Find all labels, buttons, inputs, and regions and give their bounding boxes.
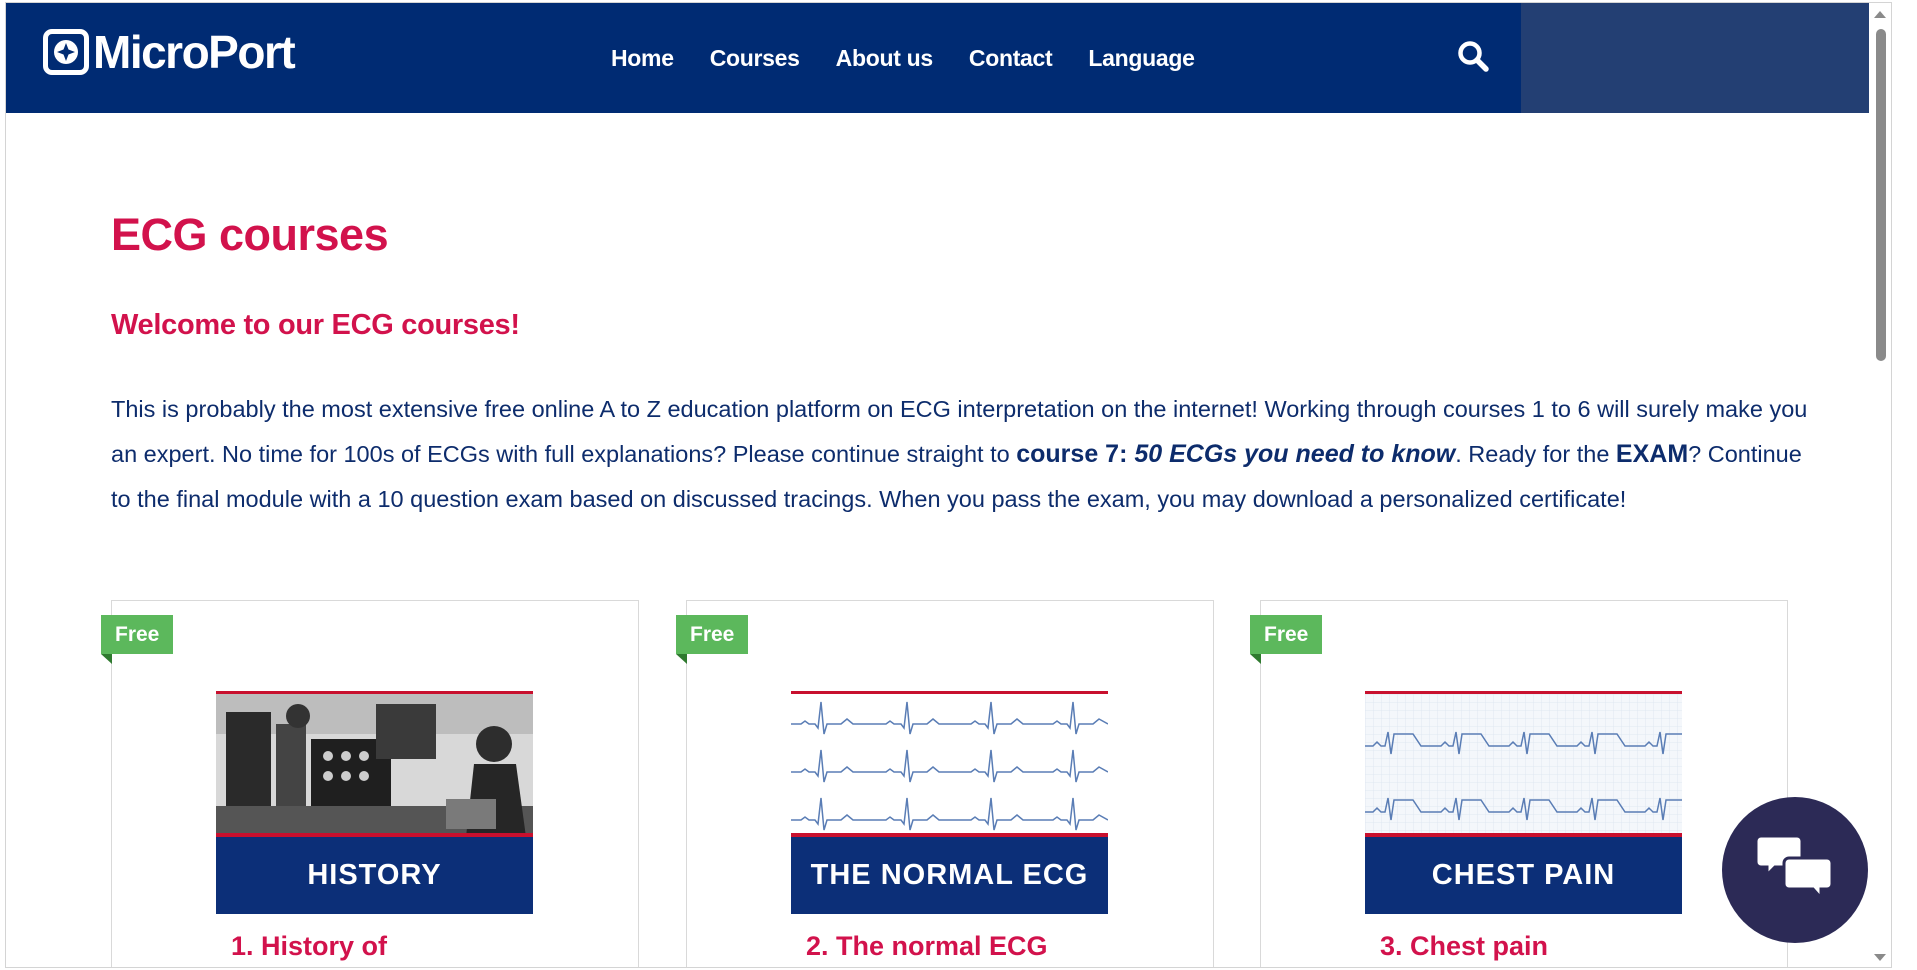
course-title[interactable]: 1. History of <box>231 931 387 962</box>
badge-fold <box>676 654 687 664</box>
nav-home[interactable]: Home <box>611 45 674 72</box>
scroll-up-arrow-icon[interactable] <box>1874 11 1886 18</box>
intro-paragraph: This is probably the most extensive free… <box>111 387 1811 522</box>
microport-logo-icon <box>43 29 89 75</box>
page-scrollbar[interactable] <box>1869 3 1891 967</box>
main-nav: Home Courses About us Contact Language <box>611 45 1231 72</box>
badge-fold <box>101 654 112 664</box>
thumb-label: THE NORMAL ECG <box>791 833 1108 914</box>
free-badge: Free <box>1250 615 1323 654</box>
free-badge: Free <box>676 615 749 654</box>
intro-text-2: . Ready for the <box>1455 441 1616 467</box>
nav-about-us[interactable]: About us <box>836 45 934 72</box>
browser-viewport: MicroPort Home Courses About us Contact … <box>5 2 1892 968</box>
chat-widget-button[interactable] <box>1722 797 1868 943</box>
welcome-heading: Welcome to our ECG courses! <box>111 309 520 341</box>
nav-language[interactable]: Language <box>1088 45 1195 72</box>
course7-link[interactable]: course 7: 50 ECGs you need to know <box>1016 440 1456 468</box>
course-card-chest-pain[interactable]: Free CHEST PAIN 3. Chest pain <box>1250 600 1788 967</box>
search-icon[interactable] <box>1456 39 1490 73</box>
free-badge: Free <box>101 615 174 654</box>
site-header: MicroPort Home Courses About us Contact … <box>6 3 1891 113</box>
course7-name: 50 ECGs you need to know <box>1134 440 1456 468</box>
nav-contact[interactable]: Contact <box>969 45 1053 72</box>
course-card-history[interactable]: Free HISTORY 1. History of <box>101 600 639 967</box>
badge-fold <box>1250 654 1261 664</box>
course-thumbnail[interactable]: THE NORMAL ECG <box>791 691 1108 914</box>
course-title[interactable]: 3. Chest pain <box>1380 931 1548 962</box>
chat-bubbles-icon <box>1754 828 1835 913</box>
ecg-trace-image <box>791 691 1108 834</box>
microport-logo[interactable]: MicroPort <box>43 26 296 78</box>
thumb-label: CHEST PAIN <box>1365 833 1682 914</box>
header-accent-panel <box>1521 3 1891 113</box>
course7-label: course 7: <box>1016 440 1135 468</box>
course-thumbnail[interactable]: CHEST PAIN <box>1365 691 1682 914</box>
ecg-grid-image <box>1365 691 1682 834</box>
history-photo <box>216 691 533 834</box>
exam-label[interactable]: EXAM <box>1616 440 1688 468</box>
nav-courses[interactable]: Courses <box>710 45 800 72</box>
logo-text: MicroPort <box>93 26 296 78</box>
scroll-down-arrow-icon[interactable] <box>1874 954 1886 961</box>
scrollbar-thumb[interactable] <box>1876 29 1886 361</box>
thumb-label: HISTORY <box>216 833 533 914</box>
page-title: ECG courses <box>111 209 389 260</box>
course-title[interactable]: 2. The normal ECG <box>806 931 1048 962</box>
course-thumbnail[interactable]: HISTORY <box>216 691 533 914</box>
course-card-normal-ecg[interactable]: Free THE NORMAL ECG 2. The normal ECG <box>676 600 1214 967</box>
